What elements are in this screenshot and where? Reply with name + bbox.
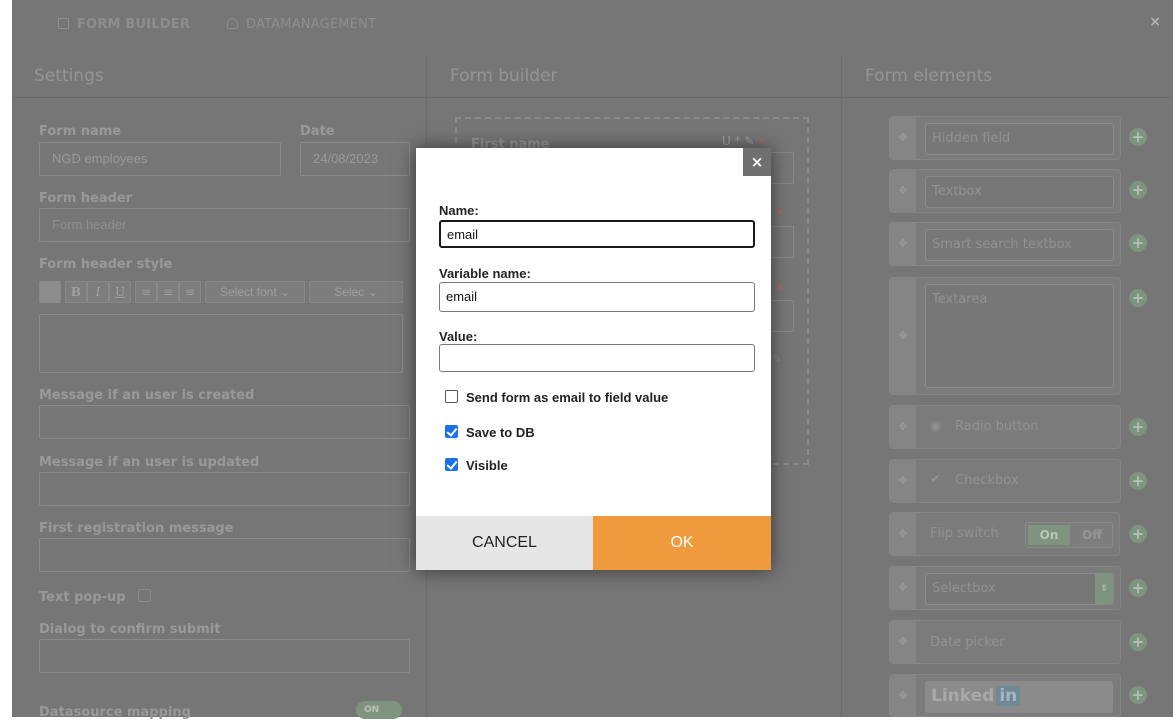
dialog-confirm-label: Dialog to confirm submit [39, 622, 221, 637]
send-email-label[interactable]: Send form as email to field value [466, 390, 668, 405]
element-hidden-field[interactable]: ✥ Hidden field [889, 116, 1121, 160]
drag-handle-icon[interactable]: ✥ [890, 621, 916, 663]
first-registration-input[interactable] [39, 538, 410, 572]
form-name-label: Form name [39, 124, 122, 139]
datasource-label: Datasource mapping [39, 705, 191, 720]
drag-handle-icon[interactable]: ✥ [890, 460, 916, 502]
database-icon [227, 18, 238, 29]
drag-handle-icon[interactable]: ✥ [890, 278, 916, 394]
tab-datamanagement[interactable]: DATAMANAGEMENT [227, 17, 376, 32]
linkedin-logo: Linked in [925, 681, 1113, 713]
visible-checkbox[interactable] [445, 458, 458, 471]
add-icon[interactable]: + [1129, 525, 1147, 543]
text-popup-label: Text pop-up [39, 590, 126, 605]
align-left-icon[interactable]: ≡ [135, 281, 157, 303]
msg-created-input[interactable] [39, 405, 410, 439]
element-textarea[interactable]: ✥ Textarea [889, 277, 1121, 395]
drag-handle-icon[interactable]: ✥ [890, 117, 916, 159]
msg-created-label: Message if an user is created [39, 388, 255, 403]
builder-header: Form builder [427, 54, 841, 98]
value-input[interactable] [439, 344, 755, 372]
checkmark-icon: ✔ [930, 472, 941, 487]
add-icon[interactable]: + [1129, 418, 1147, 436]
drag-handle-icon[interactable]: ✥ [890, 513, 916, 555]
send-email-checkbox[interactable] [445, 390, 458, 403]
bold-button[interactable]: B [65, 281, 87, 303]
element-selectbox[interactable]: ✥ Selectbox ⇕ [889, 566, 1121, 610]
form-header-label: Form header [39, 191, 133, 206]
size-select[interactable]: Selec ⌄ [309, 281, 403, 303]
drag-handle-icon[interactable]: ✥ [890, 567, 916, 609]
drag-handle-icon[interactable]: ✥ [890, 170, 916, 212]
underline-button[interactable]: U [109, 281, 131, 303]
form-icon [58, 18, 69, 29]
form-name-input[interactable]: NGD employees [39, 142, 281, 176]
radio-icon: ◉ [930, 419, 942, 434]
add-icon[interactable]: + [1129, 686, 1147, 704]
select-arrow-icon[interactable]: ⇕ [1095, 574, 1113, 604]
date-input[interactable]: 24/08/2023 [300, 142, 410, 176]
add-icon[interactable]: + [1129, 128, 1147, 146]
add-icon[interactable]: + [1129, 579, 1147, 597]
top-bar: FORM BUILDER DATAMANAGEMENT × [12, 0, 1173, 54]
save-db-checkbox[interactable] [445, 425, 458, 438]
first-registration-label: First registration message [39, 521, 234, 536]
close-icon[interactable]: × [743, 148, 771, 176]
flip-switch[interactable]: On Off [1025, 522, 1113, 548]
save-db-label[interactable]: Save to DB [466, 425, 535, 440]
italic-button[interactable]: I [87, 281, 109, 303]
form-header-input[interactable]: Form header [39, 208, 410, 242]
align-center-icon[interactable]: ≡ [157, 281, 179, 303]
cancel-button[interactable]: CANCEL [416, 516, 593, 570]
header-style-editor[interactable] [39, 314, 403, 373]
date-label: Date [300, 124, 335, 139]
drag-handle-icon[interactable]: ✥ [890, 406, 916, 448]
font-select[interactable]: Select font ⌄ [205, 281, 305, 303]
elements-header: Form elements [842, 54, 1173, 98]
color-picker[interactable] [39, 281, 61, 303]
variable-name-input[interactable]: email [439, 282, 755, 312]
drag-handle-icon[interactable]: ✥ [890, 675, 916, 716]
element-checkbox[interactable]: ✥ ✔ Checkbox [889, 459, 1121, 503]
align-right-icon[interactable]: ≡ [179, 281, 201, 303]
close-icon[interactable]: × [1149, 14, 1161, 30]
add-icon[interactable]: + [1129, 234, 1147, 252]
add-icon[interactable]: + [1129, 181, 1147, 199]
add-icon[interactable]: + [1129, 633, 1147, 651]
name-input[interactable]: email [439, 220, 755, 248]
settings-header: Settings [12, 54, 426, 98]
msg-updated-input[interactable] [39, 472, 410, 506]
visible-label[interactable]: Visible [466, 458, 508, 473]
column-divider [841, 54, 842, 717]
tab-form-builder[interactable]: FORM BUILDER [58, 17, 190, 32]
element-date-picker[interactable]: ✥ Date picker [889, 620, 1121, 664]
delete-icon[interactable]: ✕ [756, 134, 766, 148]
text-popup-checkbox[interactable] [138, 589, 151, 602]
add-icon[interactable]: + [1129, 472, 1147, 490]
variable-name-label: Variable name: [439, 266, 531, 281]
element-radio[interactable]: ✥ ◉ Radio button [889, 405, 1121, 449]
msg-updated-label: Message if an user is updated [39, 455, 260, 470]
drag-handle-icon[interactable]: ✥ [890, 223, 916, 265]
element-smart-search[interactable]: ✥ Smart search textbox [889, 222, 1121, 266]
form-header-style-label: Form header style [39, 257, 173, 272]
value-label: Value: [439, 329, 478, 344]
ok-button[interactable]: OK [593, 516, 771, 570]
element-textbox[interactable]: ✥ Textbox [889, 169, 1121, 213]
text-style-toolbar: B I U ≡ ≡ ≡ Select font ⌄ Selec ⌄ [39, 281, 403, 305]
name-label: Name: [439, 203, 479, 218]
field-properties-dialog: × Name: email Variable name: email Value… [416, 148, 771, 570]
datasource-toggle[interactable]: ON [356, 701, 402, 719]
element-linkedin[interactable]: ✥ Linked in [889, 674, 1121, 717]
element-flip-switch[interactable]: ✥ Flip switch On Off [889, 512, 1120, 556]
add-icon[interactable]: + [1129, 289, 1147, 307]
dialog-confirm-input[interactable] [39, 639, 410, 673]
